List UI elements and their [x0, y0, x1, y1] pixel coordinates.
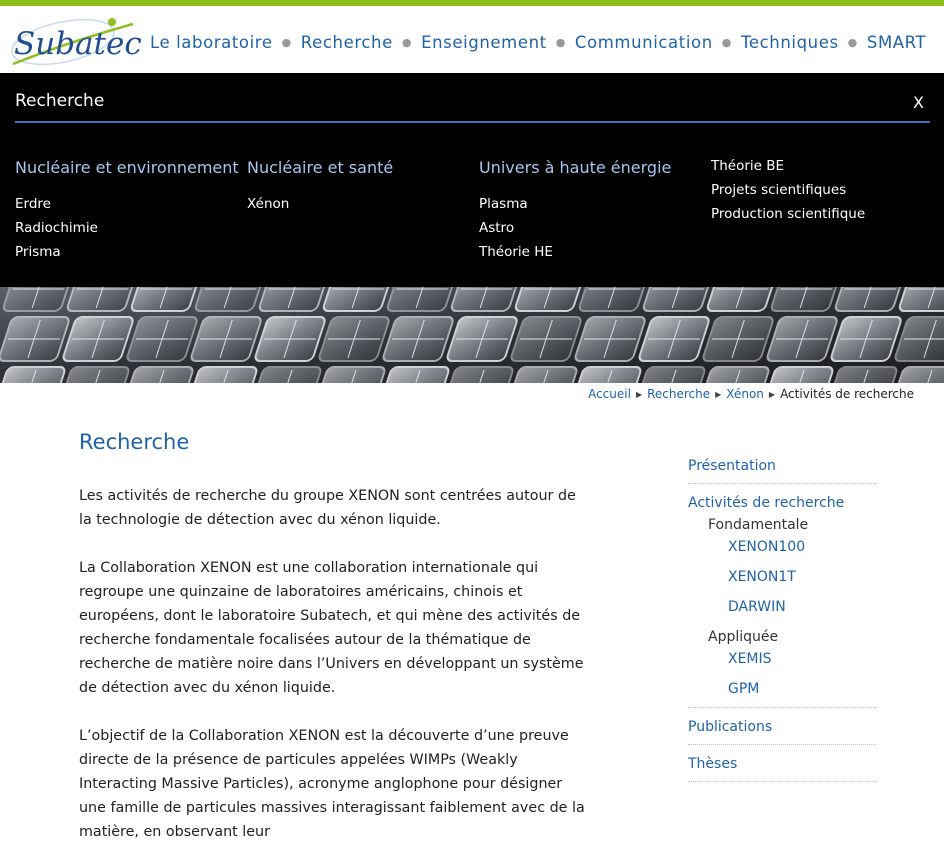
breadcrumb-recherche[interactable]: Recherche	[647, 387, 710, 401]
menu-link-prisma[interactable]: Prisma	[15, 240, 239, 264]
nav-separator-dot: ●	[555, 36, 566, 49]
chevron-right-icon: ▶	[635, 390, 643, 399]
paragraph: Les activités de recherche du groupe XEN…	[79, 488, 576, 528]
sidebar-item-xenon1t[interactable]: XENON1T	[688, 569, 876, 585]
nav-separator-dot: ●	[847, 36, 858, 49]
sidebar-item-publications[interactable]: Publications	[688, 716, 876, 738]
nav-item-smart[interactable]: SMART	[867, 33, 926, 52]
detector-array-image	[0, 287, 944, 383]
menu-link-xenon[interactable]: Xénon	[247, 192, 393, 216]
menu-link-projets[interactable]: Projets scientifiques	[711, 178, 865, 202]
subatech-logo[interactable]: Subatech	[8, 12, 143, 70]
recherche-mega-menu: Recherche X Nucléaire et environnement E…	[0, 73, 944, 287]
sidebar-divider	[688, 483, 876, 484]
menu-column-univers: Univers à haute énergie Plasma Astro Thé…	[479, 158, 671, 264]
site-header: Subatech Le laboratoire ● Recherche ● En…	[0, 6, 944, 73]
menu-link-production[interactable]: Production scientifique	[711, 202, 865, 226]
breadcrumb-accueil[interactable]: Accueil	[588, 387, 631, 401]
menu-heading-sante[interactable]: Nucléaire et santé	[247, 158, 393, 177]
sidebar-item-activites[interactable]: Activités de recherche	[688, 492, 876, 514]
paragraph: L’objectif de la Collaboration XENON est…	[79, 728, 585, 840]
menu-heading-univers[interactable]: Univers à haute énergie	[479, 158, 671, 177]
menu-column-sante: Nucléaire et santé Xénon	[247, 158, 393, 216]
page-title: Recherche	[79, 430, 190, 454]
detector-banner-image	[0, 287, 944, 383]
menu-link-theorie-he[interactable]: Théorie HE	[479, 240, 671, 264]
sidebar-item-gpm[interactable]: GPM	[688, 681, 876, 697]
sidebar-group-appliquee: Appliquée	[708, 629, 779, 645]
sidebar-item-presentation[interactable]: Présentation	[688, 455, 876, 477]
nav-item-laboratoire[interactable]: Le laboratoire	[150, 33, 273, 52]
menu-column-other: Théorie BE Projets scientifiques Product…	[711, 155, 865, 226]
menu-link-astro[interactable]: Astro	[479, 216, 671, 240]
main-nav: Le laboratoire ● Recherche ● Enseignemen…	[150, 33, 926, 52]
sidebar-item-xenon100[interactable]: XENON100	[688, 539, 876, 555]
close-button[interactable]: X	[913, 93, 924, 112]
mega-menu-title: Recherche	[15, 91, 105, 111]
mega-menu-divider	[15, 121, 930, 123]
sidebar-item-theses[interactable]: Thèses	[688, 753, 876, 775]
nav-separator-dot: ●	[401, 36, 413, 49]
menu-column-environnement: Nucléaire et environnement Erdre Radioch…	[15, 158, 239, 264]
sidebar-divider	[688, 744, 876, 745]
nav-separator-dot: ●	[281, 36, 292, 49]
menu-link-theorie-be[interactable]: Théorie BE	[711, 154, 865, 178]
sidebar-group-fondamentale: Fondamentale	[708, 517, 809, 533]
nav-separator-dot: ●	[721, 36, 732, 49]
sidebar-item-xemis[interactable]: XEMIS	[688, 651, 876, 667]
sidebar-divider	[688, 707, 876, 708]
chevron-right-icon: ▶	[768, 390, 776, 399]
paragraph: La Collaboration XENON est une collabora…	[79, 560, 584, 696]
breadcrumb: Accueil ▶ Recherche ▶ Xénon ▶ Activités de rec…	[588, 387, 914, 401]
nav-item-communication[interactable]: Communication	[575, 33, 713, 52]
menu-link-plasma[interactable]: Plasma	[479, 192, 671, 216]
sidebar-nav: Présentation Activités de recherche Fond…	[688, 455, 876, 782]
nav-item-enseignement[interactable]: Enseignement	[421, 33, 547, 52]
chevron-right-icon: ▶	[715, 390, 722, 399]
nav-item-recherche[interactable]: Recherche	[301, 33, 393, 52]
menu-link-radiochimie[interactable]: Radiochimie	[15, 216, 239, 240]
sidebar-item-darwin[interactable]: DARWIN	[688, 599, 876, 615]
logo-text: Subatech	[14, 26, 143, 62]
nav-item-techniques[interactable]: Techniques	[741, 33, 839, 52]
main-content: Recherche Les activités de recherche du …	[79, 430, 589, 868]
sidebar-divider	[688, 781, 876, 782]
breadcrumb-xenon[interactable]: Xénon	[726, 387, 764, 401]
breadcrumb-current: Activités de recherche	[780, 387, 914, 401]
menu-link-erdre[interactable]: Erdre	[15, 192, 239, 216]
menu-heading-environnement[interactable]: Nucléaire et environnement	[15, 158, 239, 177]
